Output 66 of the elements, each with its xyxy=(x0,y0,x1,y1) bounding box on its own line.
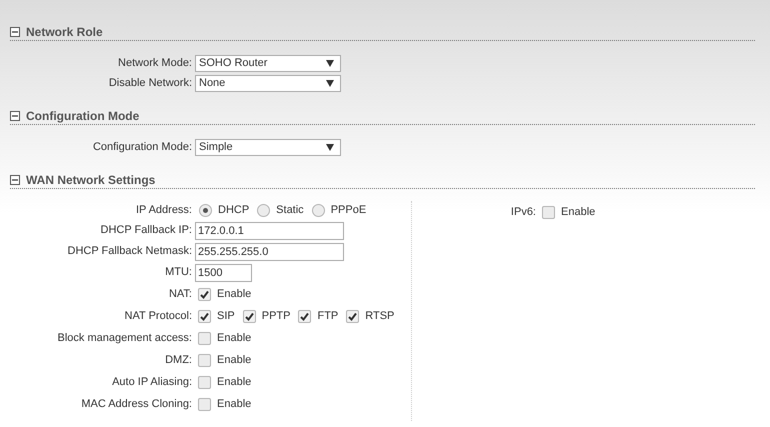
collapse-toggle[interactable] xyxy=(10,111,20,121)
caret-icon xyxy=(326,144,334,150)
checkbox-label: Enable xyxy=(217,352,252,368)
dropdown-value: SOHO Router xyxy=(199,56,268,71)
field-label: Block management access: xyxy=(56,330,193,346)
radio-button[interactable] xyxy=(199,204,212,217)
checkmark-icon xyxy=(348,312,358,320)
collapse-toggle[interactable] xyxy=(10,27,20,37)
field-label: MTU: xyxy=(164,265,193,280)
dropdown-value: None xyxy=(199,76,226,91)
checkbox[interactable] xyxy=(542,206,555,218)
dropdown[interactable]: Simple xyxy=(195,138,341,156)
checkmark-icon xyxy=(244,312,254,320)
checkbox-label: Enable xyxy=(217,330,252,346)
checkbox[interactable] xyxy=(346,310,360,322)
section-title: Network Role xyxy=(26,24,103,41)
field-label: NAT Protocol: xyxy=(124,308,193,324)
radio-button[interactable] xyxy=(312,204,325,217)
checkbox-label: FTP xyxy=(317,308,338,324)
field-label: IPv6: xyxy=(510,204,537,220)
minus-icon xyxy=(12,177,18,183)
minus-icon xyxy=(12,113,18,119)
checkbox-label: PPTP xyxy=(262,308,290,324)
checkmark-icon xyxy=(300,312,310,320)
checkbox[interactable] xyxy=(198,398,211,410)
checkbox-label: RTSP xyxy=(365,308,394,324)
collapse-toggle[interactable] xyxy=(10,175,20,185)
checkbox[interactable] xyxy=(298,310,312,322)
checkbox-label: Enable xyxy=(561,204,596,220)
checkbox-label: Enable xyxy=(217,286,252,302)
checkbox-label: Enable xyxy=(217,396,252,412)
checkbox[interactable] xyxy=(198,376,211,388)
field-label: NAT: xyxy=(168,286,193,302)
field-label: DMZ: xyxy=(164,352,193,368)
input-field[interactable]: 172.0.0.1 xyxy=(195,222,344,240)
checkbox-label: Enable xyxy=(217,374,252,390)
radio-label: DHCP xyxy=(218,203,250,218)
field-label: Disable Network: xyxy=(108,76,193,91)
checkbox-label: SIP xyxy=(217,308,235,324)
field-label: Network Mode: xyxy=(117,56,193,71)
minus-icon xyxy=(12,29,18,35)
field-label: DHCP Fallback IP: xyxy=(100,223,193,238)
input-field[interactable]: 1500 xyxy=(195,264,252,282)
checkbox[interactable] xyxy=(198,310,211,322)
radio-label: PPPoE xyxy=(330,203,366,218)
field-label: Auto IP Aliasing: xyxy=(111,374,193,390)
checkmark-icon xyxy=(200,290,209,298)
input-field[interactable]: 255.255.255.0 xyxy=(195,242,344,260)
section-title: Configuration Mode xyxy=(26,108,140,125)
checkbox[interactable] xyxy=(198,354,211,366)
caret-icon xyxy=(326,80,334,86)
dropdown[interactable]: None xyxy=(195,74,341,92)
checkmark-icon xyxy=(200,312,209,320)
field-label: MAC Address Cloning: xyxy=(80,396,193,412)
dropdown-value: Simple xyxy=(199,140,233,155)
field-label: DHCP Fallback Netmask: xyxy=(66,244,193,260)
checkbox[interactable] xyxy=(198,288,211,300)
radio-button[interactable] xyxy=(257,204,270,217)
field-label: IP Address: xyxy=(134,203,193,218)
checkbox[interactable] xyxy=(198,332,211,344)
field-label: Configuration Mode: xyxy=(92,140,193,155)
caret-icon xyxy=(326,60,334,66)
radio-label: Static xyxy=(276,203,304,218)
checkbox[interactable] xyxy=(242,310,256,322)
section-title: WAN Network Settings xyxy=(26,172,156,189)
dropdown[interactable]: SOHO Router xyxy=(195,54,341,72)
